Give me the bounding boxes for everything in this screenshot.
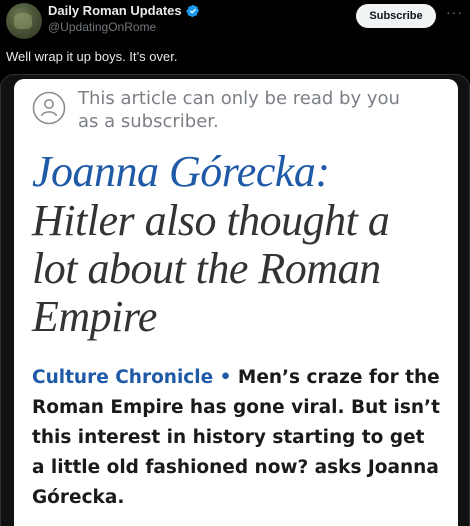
- article-screenshot: This article can only be read by you as …: [14, 79, 458, 526]
- author-name-row[interactable]: Daily Roman Updates: [48, 3, 200, 18]
- section-separator: •: [219, 367, 232, 388]
- tweet: Daily Roman Updates @UpdatingOnRome Subs…: [0, 0, 470, 526]
- article-section: Culture Chronicle: [32, 367, 214, 388]
- tweet-media[interactable]: This article can only be read by you as …: [0, 74, 470, 526]
- author-handle[interactable]: @UpdatingOnRome: [48, 20, 156, 34]
- subscriber-notice: This article can only be read by you as …: [78, 88, 400, 132]
- more-horizontal-icon[interactable]: ···: [446, 5, 462, 22]
- person-icon: [32, 91, 66, 125]
- article-title: Hitler also thought a lot about the Roma…: [32, 196, 390, 341]
- article-lede-text: Men’s craze for the Roman Empire has gon…: [32, 367, 440, 508]
- author-display-name[interactable]: Daily Roman Updates: [48, 3, 182, 18]
- verified-badge-icon: [186, 4, 200, 18]
- article-title-author: Joanna Górecka:: [32, 147, 330, 196]
- article-lede: Culture Chronicle • Men’s craze for the …: [32, 363, 442, 513]
- subscribe-button[interactable]: Subscribe: [356, 4, 436, 28]
- tweet-text: Well wrap it up boys. It’s over.: [6, 49, 178, 64]
- avatar[interactable]: [6, 3, 42, 39]
